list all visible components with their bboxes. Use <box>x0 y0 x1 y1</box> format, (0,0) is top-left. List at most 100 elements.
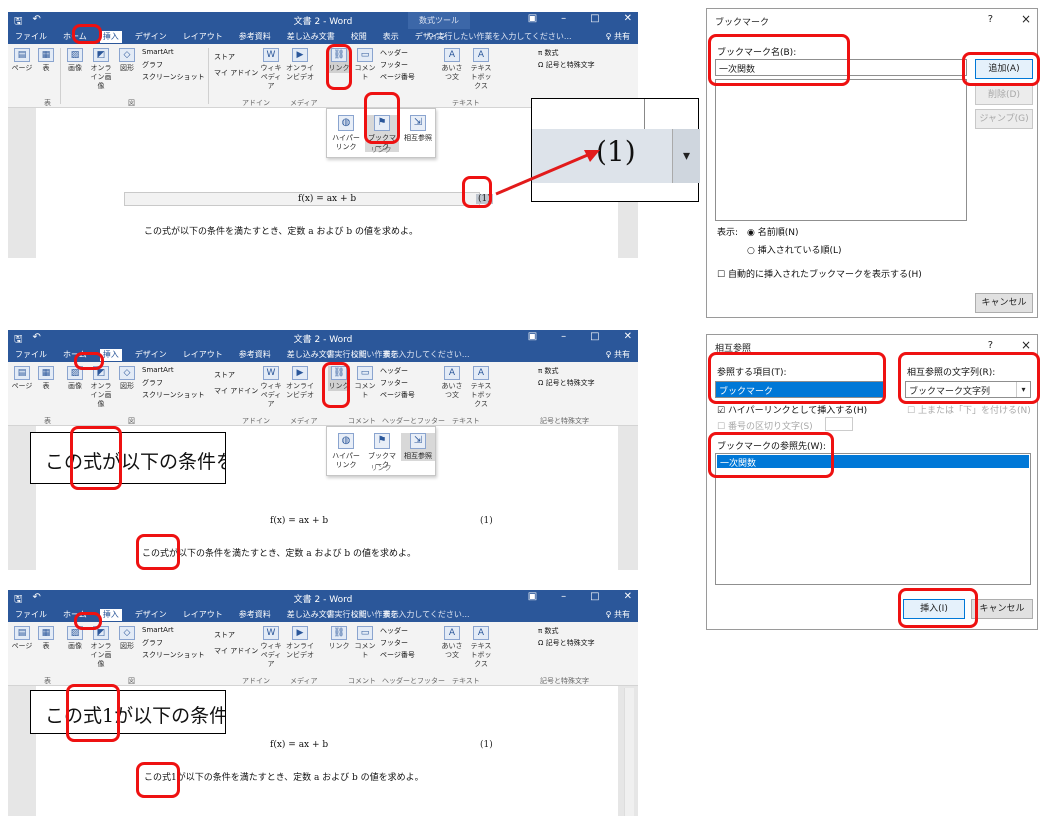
group-label-comments: コメント <box>348 417 376 425</box>
symbol-button[interactable]: Ω 記号と特殊文字 <box>538 378 595 388</box>
tell-me-box[interactable]: ♀ 実行したい作業を入力してください... <box>326 349 470 360</box>
equation-button[interactable]: π 数式 <box>538 626 558 636</box>
equation-number[interactable]: (1) <box>480 740 493 750</box>
equation-number[interactable]: (1) <box>480 516 493 526</box>
comment-button[interactable]: ▭ コメント <box>354 366 376 400</box>
tab-layout[interactable]: レイアウト <box>180 349 226 361</box>
minimize-icon[interactable]: – <box>561 331 566 342</box>
comment-button[interactable]: ▭ コメント <box>354 626 376 660</box>
close-icon[interactable]: ✕ <box>624 331 632 342</box>
table-button[interactable]: ▦ 表 <box>36 366 56 391</box>
problem-sentence-with-ref[interactable]: この式1が以下の条件を満たすとき、定数 a および b の値を求めよ。 <box>144 770 424 783</box>
online-pictures-button[interactable]: ◩ オンライン画像 <box>88 626 114 669</box>
equation[interactable]: f(x) = ax + b <box>270 516 328 526</box>
online-video-button[interactable]: ▶ オンラインビデオ <box>286 626 314 660</box>
page-icon: ▤ <box>14 366 30 380</box>
equation[interactable]: f(x) = ax + b <box>270 740 328 750</box>
sort-by-location-radio[interactable]: ○ 挿入されている順(L) <box>747 243 842 256</box>
footer-button[interactable]: フッター <box>380 378 408 388</box>
maximize-icon[interactable]: □ <box>590 331 599 342</box>
hidden-bookmarks-checkbox[interactable]: ☐ 自動的に挿入されたブックマークを表示する(H) <box>717 267 922 280</box>
store-button[interactable]: ストア <box>214 630 235 640</box>
page-button[interactable]: ▤ ページ <box>11 366 33 391</box>
share-button[interactable]: ♀ 共有 <box>606 609 630 620</box>
wordart-button[interactable]: A あいさつ文 <box>440 366 464 400</box>
page-number-button[interactable]: ページ番号 <box>380 390 415 400</box>
smartart-button[interactable]: SmartArt <box>142 366 174 374</box>
jump-button[interactable]: ジャンプ(G) <box>975 109 1033 129</box>
bookmark-dialog-title: ブックマーク <box>715 18 770 28</box>
ribbon-display-icon[interactable]: ▣ <box>528 591 537 602</box>
cancel-button[interactable]: キャンセル <box>975 293 1033 313</box>
tab-design[interactable]: デザイン <box>132 609 170 621</box>
textbox-button[interactable]: A テキストボックス <box>468 626 494 669</box>
insert-as-hyperlink-checkbox[interactable]: ☑ ハイパーリンクとして挿入する(H) <box>717 403 867 416</box>
header-button[interactable]: ヘッダー <box>380 366 408 376</box>
close-icon[interactable]: ✕ <box>624 591 632 602</box>
chart-button[interactable]: グラフ <box>142 638 163 648</box>
group-label-symbols: 記号と特殊文字 <box>540 677 589 685</box>
shapes-button[interactable]: ◇ 図形 <box>116 366 138 391</box>
include-above-below-checkbox[interactable]: ☐ 上または「下」を付ける(N) <box>907 403 1031 416</box>
wikipedia-button[interactable]: W ウィキペディア <box>260 366 282 409</box>
title-bar: 🖫 ↶ 文書 2 - Word ▣ – □ ✕ <box>8 590 638 607</box>
page-button[interactable]: ▤ ページ <box>11 626 33 651</box>
header-button[interactable]: ヘッダー <box>380 626 408 636</box>
tab-file[interactable]: ファイル <box>12 349 50 361</box>
chart-button[interactable]: グラフ <box>142 378 163 388</box>
close-icon[interactable]: × <box>1021 338 1031 352</box>
tab-layout[interactable]: レイアウト <box>180 609 226 621</box>
link-button[interactable]: ⛓ リンク <box>328 626 350 651</box>
table-button[interactable]: ▦ 表 <box>36 626 56 651</box>
link-icon: ⛓ <box>331 626 347 640</box>
problem-sentence[interactable]: この式が以下の条件を満たすとき、定数 a および b の値を求めよ。 <box>142 546 416 559</box>
bookmark-list[interactable] <box>715 79 967 221</box>
shapes-button[interactable]: ◇ 図形 <box>116 626 138 651</box>
online-video-button[interactable]: ▶ オンラインビデオ <box>286 366 314 400</box>
bookmark-icon: ⚑ <box>374 433 390 449</box>
shapes-icon: ◇ <box>119 366 135 380</box>
tab-references[interactable]: 参考資料 <box>236 609 274 621</box>
tab-file[interactable]: ファイル <box>12 609 50 621</box>
wordart-button[interactable]: A あいさつ文 <box>440 626 464 660</box>
symbol-button[interactable]: Ω 記号と特殊文字 <box>538 638 595 648</box>
textbox-button[interactable]: A テキストボックス <box>468 366 494 409</box>
vertical-scrollbar[interactable] <box>624 688 634 816</box>
highlight-inserted-reference-zoom <box>66 684 120 742</box>
help-icon[interactable]: ? <box>988 14 993 25</box>
separate-numbers-checkbox[interactable]: ☐ 番号の区切り文字(S) <box>717 419 813 432</box>
cross-reference-icon: ⇲ <box>410 433 426 449</box>
tab-references[interactable]: 参考資料 <box>236 349 274 361</box>
ribbon-tabs: ファイル ホーム 挿入 デザイン レイアウト 参考資料 差し込み文書 校閲 表示… <box>8 607 638 622</box>
sort-by-name-radio[interactable]: ◉ 名前順(N) <box>747 225 798 238</box>
cancel-button[interactable]: キャンセル <box>971 599 1033 619</box>
minimize-icon[interactable]: – <box>561 591 566 602</box>
footer-button[interactable]: フッター <box>380 638 408 648</box>
help-icon[interactable]: ? <box>988 340 993 351</box>
online-pictures-button[interactable]: ◩ オンライン画像 <box>88 366 114 409</box>
my-addins-button[interactable]: マイ アドイン <box>214 386 258 396</box>
share-button[interactable]: ♀ 共有 <box>606 349 630 360</box>
equation-button[interactable]: π 数式 <box>538 366 558 376</box>
tab-design[interactable]: デザイン <box>132 349 170 361</box>
tell-me-box[interactable]: ♀ 実行したい作業を入力してください... <box>326 609 470 620</box>
close-icon[interactable]: × <box>1021 12 1031 26</box>
screenshot-button[interactable]: スクリーンショット <box>142 390 205 400</box>
ribbon-display-icon[interactable]: ▣ <box>528 331 537 342</box>
maximize-icon[interactable]: □ <box>590 591 599 602</box>
sort-label: 表示: <box>717 228 739 238</box>
screenshot-button[interactable]: スクリーンショット <box>142 650 205 660</box>
tab-insert[interactable]: 挿入 <box>99 609 122 621</box>
link-dropdown: ◍ ハイパーリンク ⚑ ブックマーク ⇲ 相互参照 リンク <box>326 426 436 476</box>
separator-input[interactable] <box>825 417 853 431</box>
cross-reference-menu-item[interactable]: ⇲ 相互参照 <box>401 433 435 461</box>
smartart-button[interactable]: SmartArt <box>142 626 174 634</box>
delete-bookmark-button[interactable]: 削除(D) <box>975 85 1033 105</box>
my-addins-button[interactable]: マイ アドイン <box>214 646 258 656</box>
highlight-insert-tab-2 <box>74 352 104 370</box>
textbox-icon: A <box>473 626 489 640</box>
wikipedia-button[interactable]: W ウィキペディア <box>260 626 282 669</box>
page-number-button[interactable]: ページ番号 <box>380 650 415 660</box>
store-button[interactable]: ストア <box>214 370 235 380</box>
group-label-table: 表 <box>44 417 51 425</box>
